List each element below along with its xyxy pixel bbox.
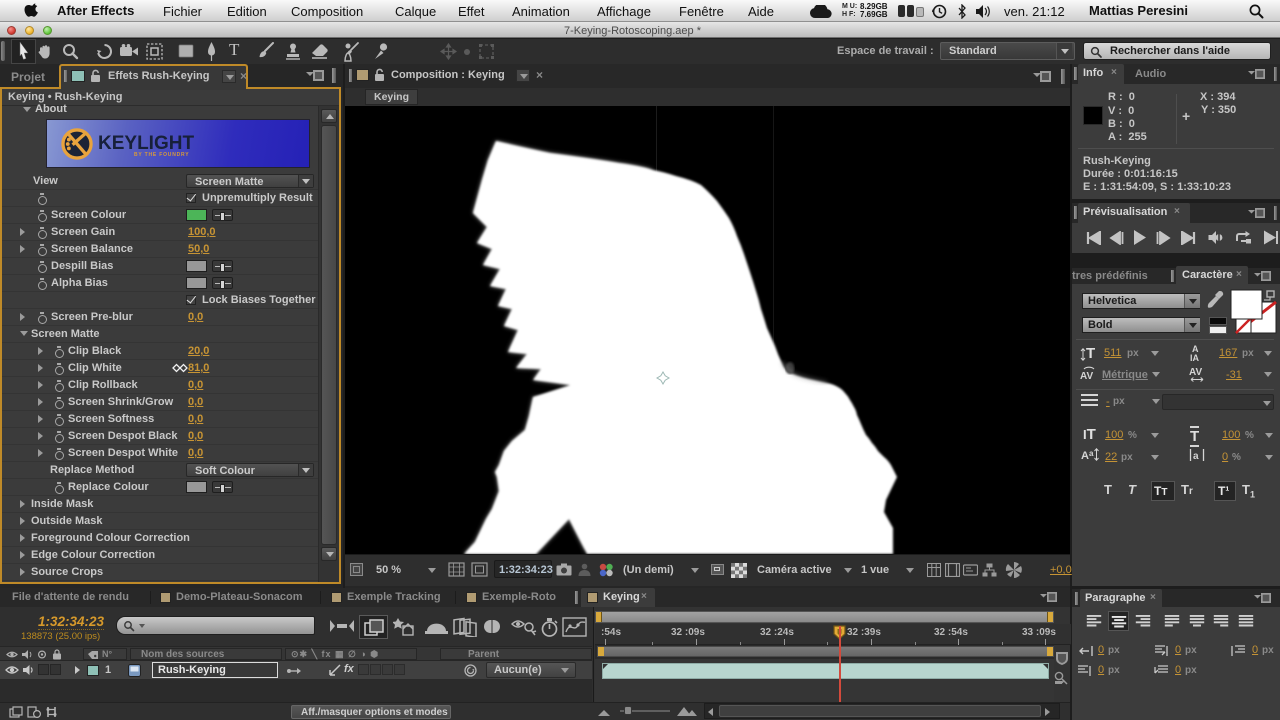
svg-text:a: a <box>1089 449 1094 458</box>
svg-text:A: A <box>1081 450 1089 462</box>
svg-text:AV: AV <box>1080 371 1093 382</box>
svg-text:lA: lA <box>1190 353 1200 363</box>
svg-text:a: a <box>1193 451 1199 462</box>
svg-text:AV: AV <box>1189 367 1202 378</box>
